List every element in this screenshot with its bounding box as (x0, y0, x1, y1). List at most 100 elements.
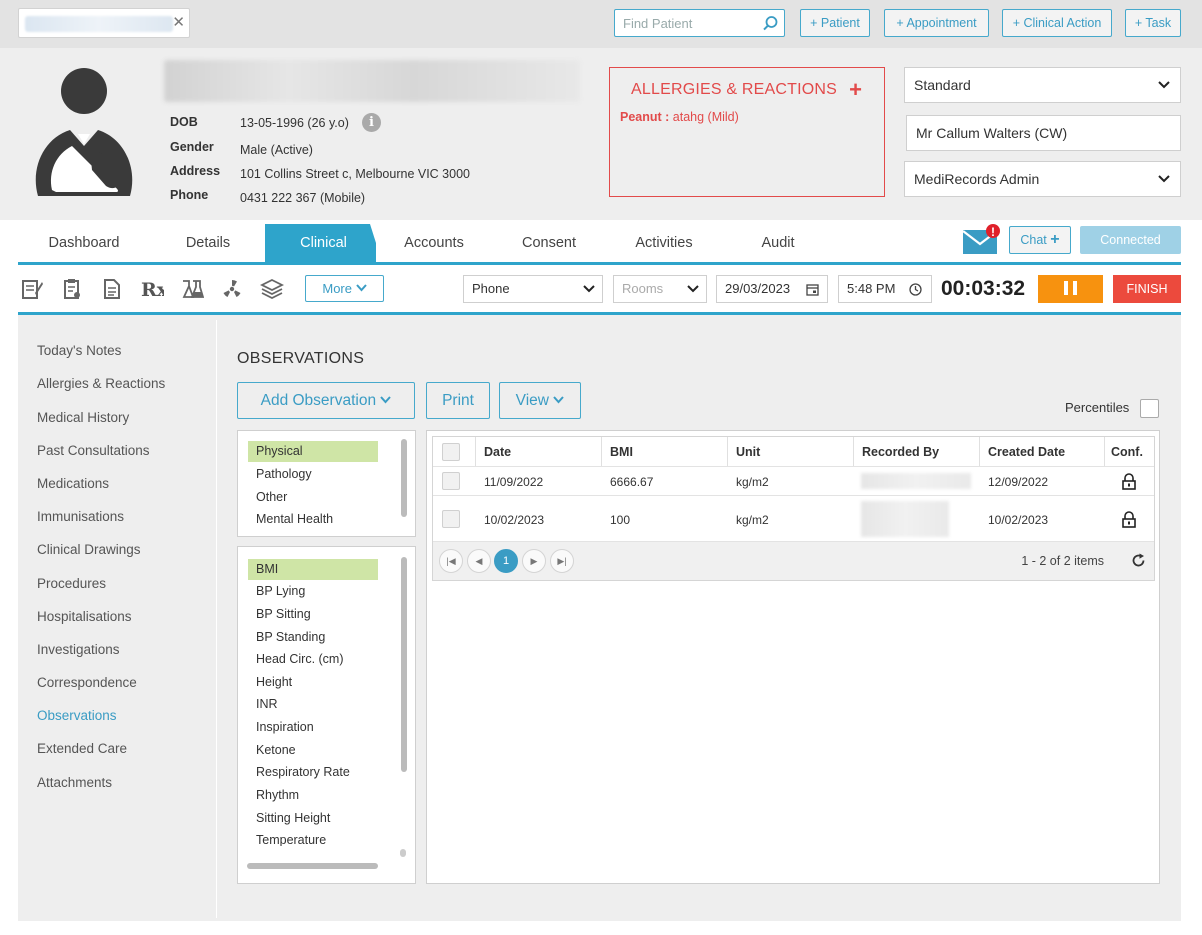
type-sitting-height[interactable]: Sitting Height (248, 808, 378, 829)
add-allergy-icon[interactable]: + (849, 77, 862, 103)
header-bmi[interactable]: BMI (602, 437, 728, 466)
notes-icon[interactable] (20, 277, 44, 301)
tab-accounts[interactable]: Accounts (376, 224, 492, 262)
add-patient-button[interactable]: + Patient (800, 9, 870, 37)
tab-activities[interactable]: Activities (606, 224, 722, 262)
provider-field[interactable]: Mr Callum Walters (CW) (906, 115, 1181, 151)
type-list-horizontal-scrollbar[interactable] (247, 863, 378, 869)
type-bp-standing[interactable]: BP Standing (248, 627, 378, 648)
user-select[interactable]: MediRecords Admin (904, 161, 1181, 197)
connected-button[interactable]: Connected (1080, 226, 1181, 254)
search-icon[interactable] (762, 15, 779, 32)
view-button[interactable]: View (499, 382, 581, 419)
type-ketone[interactable]: Ketone (248, 740, 378, 761)
table-row[interactable]: 10/02/2023 100 kg/m2 10/02/2023 (433, 496, 1154, 542)
sidebar-item-immunisations[interactable]: Immunisations (37, 509, 124, 524)
add-task-button[interactable]: + Task (1125, 9, 1181, 37)
find-patient-input[interactable] (615, 10, 755, 36)
sidebar-item-extended-care[interactable]: Extended Care (37, 741, 127, 756)
sidebar-item-past-consultations[interactable]: Past Consultations (37, 443, 150, 458)
row-checkbox[interactable] (442, 472, 460, 490)
table-row[interactable]: 11/09/2022 6666.67 kg/m2 12/09/2022 (433, 467, 1154, 496)
add-observation-button[interactable]: Add Observation (237, 382, 415, 419)
refresh-icon[interactable] (1131, 553, 1146, 568)
chat-button[interactable]: Chat + (1009, 226, 1071, 254)
allergy-name: Peanut : (620, 110, 670, 124)
date-picker[interactable]: 29/03/2023 (716, 275, 828, 303)
template-select[interactable]: Standard (904, 67, 1181, 103)
row-recorded-by-redacted (861, 473, 971, 489)
tab-dashboard[interactable]: Dashboard (18, 224, 150, 262)
sidebar-item-observations[interactable]: Observations (37, 708, 117, 723)
sidebar-item-correspondence[interactable]: Correspondence (37, 675, 137, 690)
type-rhythm[interactable]: Rhythm (248, 785, 378, 806)
category-physical[interactable]: Physical (248, 441, 378, 462)
mail-notification-icon[interactable]: ! (962, 224, 1004, 256)
category-other[interactable]: Other (248, 487, 378, 508)
type-bp-lying[interactable]: BP Lying (248, 581, 378, 602)
add-clinical-action-button[interactable]: + Clinical Action (1002, 9, 1112, 37)
pathology-flask-icon[interactable] (180, 277, 204, 301)
contact-type-select[interactable]: Phone (463, 275, 603, 303)
find-patient-search[interactable] (614, 9, 785, 37)
add-appointment-button[interactable]: + Appointment (884, 9, 989, 37)
type-temperature[interactable]: Temperature (248, 830, 378, 846)
type-height[interactable]: Height (248, 672, 378, 693)
calendar-icon[interactable] (806, 283, 819, 296)
page-number-button[interactable]: 1 (494, 549, 518, 573)
open-patient-tab[interactable]: ✕ (18, 8, 190, 38)
tab-consent[interactable]: Consent (491, 224, 607, 262)
row-checkbox[interactable] (442, 510, 460, 528)
tab-details[interactable]: Details (150, 224, 266, 262)
finish-button[interactable]: FINISH (1113, 275, 1181, 303)
info-icon[interactable]: i (362, 113, 381, 132)
type-inspiration[interactable]: Inspiration (248, 717, 378, 738)
tab-clinical[interactable]: Clinical (265, 224, 382, 262)
sidebar-item-procedures[interactable]: Procedures (37, 576, 106, 591)
category-mental-health[interactable]: Mental Health (248, 509, 378, 530)
select-all-checkbox[interactable] (442, 443, 460, 461)
header-recorded-by[interactable]: Recorded By (854, 437, 980, 466)
last-page-icon[interactable]: ▶| (550, 549, 574, 573)
sidebar-item-attachments[interactable]: Attachments (37, 775, 112, 790)
tab-audit[interactable]: Audit (719, 224, 837, 262)
first-page-icon[interactable]: |◀ (439, 549, 463, 573)
previous-page-icon[interactable]: ◀ (467, 549, 491, 573)
header-created-date[interactable]: Created Date (980, 437, 1105, 466)
clock-icon[interactable] (909, 283, 922, 296)
sidebar-item-investigations[interactable]: Investigations (37, 642, 120, 657)
sidebar-item-medications[interactable]: Medications (37, 476, 109, 491)
category-list-scrollbar[interactable] (401, 439, 407, 517)
more-button[interactable]: More (305, 275, 384, 302)
sidebar-item-hospitalisations[interactable]: Hospitalisations (37, 609, 132, 624)
close-icon[interactable]: ✕ (172, 13, 185, 33)
category-pathology[interactable]: Pathology (248, 464, 378, 485)
prescription-icon[interactable]: Rx (140, 277, 164, 301)
type-list-scrollbar[interactable] (401, 557, 407, 772)
type-inr[interactable]: INR (248, 694, 378, 715)
header-conf[interactable]: Conf. (1105, 437, 1154, 466)
rooms-select[interactable]: Rooms (613, 275, 707, 303)
print-button[interactable]: Print (426, 382, 490, 419)
type-bp-sitting[interactable]: BP Sitting (248, 604, 378, 625)
percentiles-checkbox[interactable] (1140, 399, 1159, 418)
time-picker[interactable]: 5:48 PM (838, 275, 932, 303)
type-head-circ[interactable]: Head Circ. (cm) (248, 649, 378, 670)
sidebar-item-todays-notes[interactable]: Today's Notes (37, 343, 121, 358)
type-respiratory-rate[interactable]: Respiratory Rate (248, 762, 378, 783)
pause-button[interactable] (1038, 275, 1103, 303)
clipboard-icon[interactable] (60, 277, 84, 301)
type-bmi[interactable]: BMI (248, 559, 378, 580)
layers-icon[interactable] (260, 277, 284, 301)
sidebar-item-clinical-drawings[interactable]: Clinical Drawings (37, 542, 141, 557)
document-icon[interactable] (100, 277, 124, 301)
radiology-icon[interactable] (220, 277, 244, 301)
sidebar-item-medical-history[interactable]: Medical History (37, 410, 129, 425)
lock-icon[interactable] (1121, 511, 1137, 528)
header-unit[interactable]: Unit (728, 437, 854, 466)
chevron-down-icon (380, 396, 392, 404)
header-date[interactable]: Date (476, 437, 602, 466)
lock-icon[interactable] (1121, 473, 1137, 490)
next-page-icon[interactable]: ▶ (522, 549, 546, 573)
sidebar-item-allergies[interactable]: Allergies & Reactions (37, 376, 165, 391)
